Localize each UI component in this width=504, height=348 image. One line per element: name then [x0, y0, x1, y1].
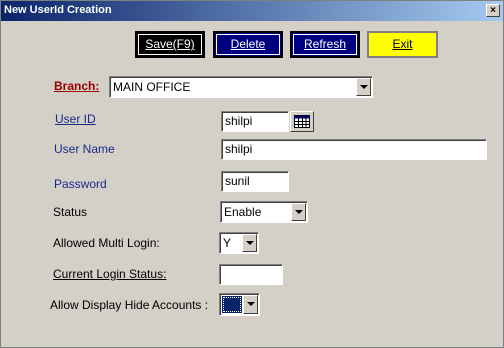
password-field[interactable]: sunil — [221, 171, 289, 192]
allow-display-hide-accounts-label: Allow Display Hide Accounts : — [50, 298, 209, 312]
title-bar[interactable]: New UserId Creation × — [1, 1, 503, 21]
allow-display-hide-accounts-select[interactable] — [219, 293, 260, 316]
current-login-status-label: Current Login Status: — [53, 267, 167, 281]
delete-button[interactable]: Delete — [213, 31, 283, 58]
save-button[interactable]: Save(F9) — [135, 31, 205, 58]
close-icon[interactable]: × — [486, 4, 500, 17]
user-id-label: User ID — [55, 112, 96, 126]
status-label: Status — [53, 205, 88, 219]
allowed-multi-login-label: Allowed Multi Login: — [53, 236, 160, 250]
chevron-down-icon[interactable] — [356, 78, 371, 96]
exit-button[interactable]: Exit — [367, 31, 438, 58]
user-creation-window: New UserId Creation × Save(F9) Delete Re… — [0, 0, 504, 348]
allowed-multi-login-select[interactable]: Y — [219, 232, 259, 254]
branch-label: Branch: — [54, 79, 100, 93]
selection-highlight — [222, 296, 242, 313]
status-value: Enable — [224, 205, 262, 219]
chevron-down-icon[interactable] — [242, 234, 257, 252]
user-id-field[interactable]: shilpi — [221, 111, 289, 132]
chevron-down-icon[interactable] — [243, 295, 258, 314]
user-name-label: User Name — [54, 142, 115, 156]
branch-value: MAIN OFFICE — [113, 80, 191, 94]
current-login-status-field[interactable] — [219, 264, 283, 285]
refresh-button[interactable]: Refresh — [290, 31, 360, 58]
grid-icon[interactable] — [290, 111, 314, 132]
allowed-multi-login-value: Y — [223, 236, 232, 250]
chevron-down-icon[interactable] — [291, 203, 306, 221]
password-label: Password — [54, 177, 107, 191]
window-title: New UserId Creation — [4, 4, 112, 16]
status-select[interactable]: Enable — [220, 201, 308, 223]
user-name-field[interactable]: shilpi — [221, 139, 487, 160]
branch-select[interactable]: MAIN OFFICE — [109, 76, 373, 98]
